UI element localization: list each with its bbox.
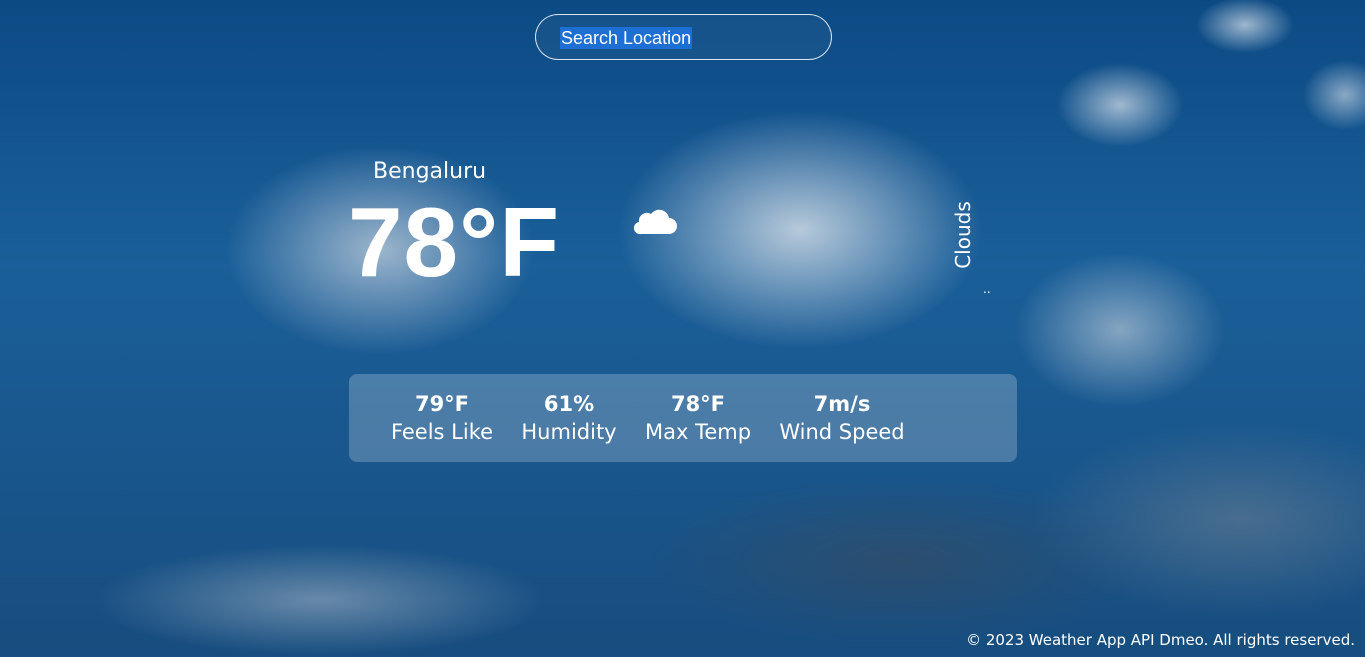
weather-condition: Clouds	[950, 198, 976, 272]
stat-feels-like: 79°F Feels Like	[389, 390, 495, 446]
stat-label: Feels Like	[390, 420, 494, 444]
stat-label: Max Temp	[644, 420, 752, 444]
stat-value: 7m/s	[813, 392, 871, 416]
stat-value: 78°F	[670, 392, 726, 416]
stat-label: Humidity	[521, 420, 617, 444]
condition-description: ..	[983, 282, 991, 296]
stat-max-temp: 78°F Max Temp	[642, 390, 754, 446]
current-temperature: 78°F	[348, 187, 561, 297]
footer-copyright: © 2023 Weather App API Dmeo. All rights …	[966, 631, 1355, 649]
weather-app: Search Location Bengaluru 78°F Clouds ..…	[0, 0, 1365, 657]
cloud-icon	[633, 209, 677, 235]
stat-label: Wind Speed	[779, 420, 905, 444]
weather-stats-panel: 79°F Feels Like 61% Humidity 78°F Max Te…	[349, 374, 1017, 462]
stat-value: 61%	[543, 392, 595, 416]
condition-label: Clouds	[951, 201, 975, 269]
stat-value: 79°F	[414, 392, 470, 416]
search-input[interactable]	[560, 26, 810, 50]
search-bar[interactable]: Search Location	[535, 14, 832, 60]
stat-wind-speed: 7m/s Wind Speed	[777, 390, 907, 446]
city-name: Bengaluru	[373, 159, 487, 184]
stat-humidity: 61% Humidity	[519, 390, 619, 446]
